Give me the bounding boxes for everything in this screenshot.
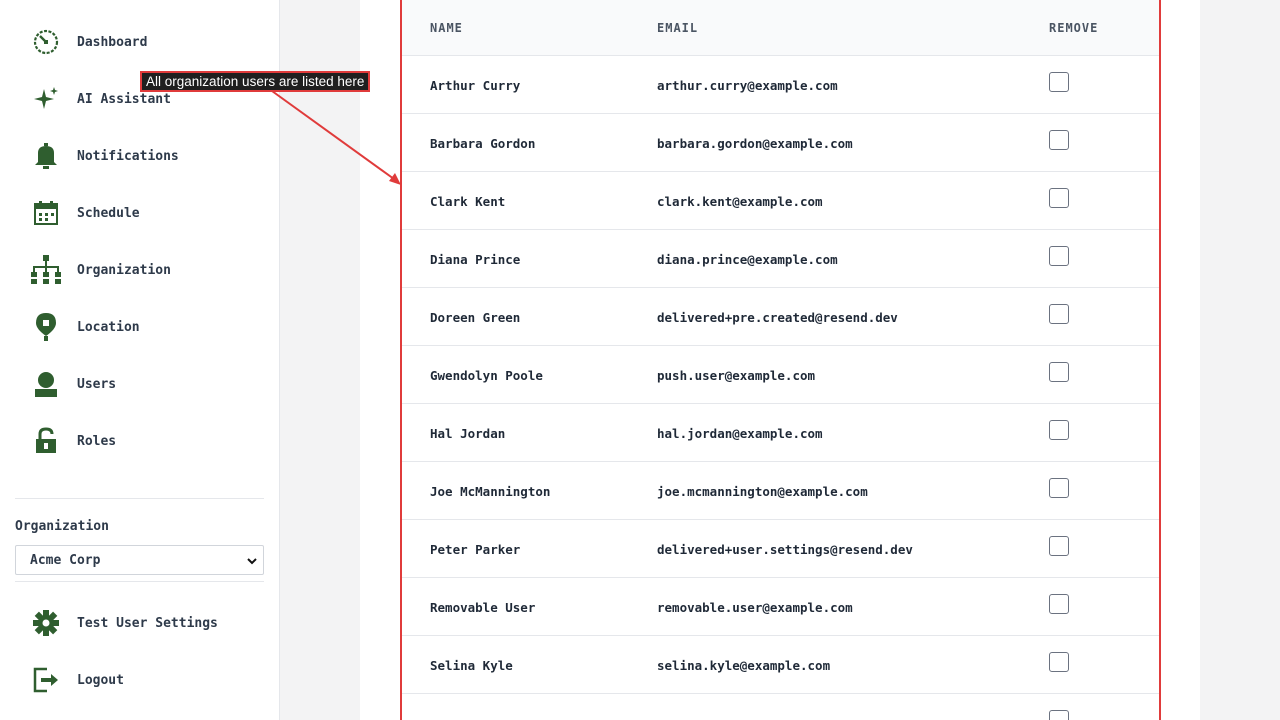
user-name: Selina Kyle — [430, 658, 513, 673]
sidebar-item-label: Users — [77, 376, 117, 392]
sidebar-item-label: Location — [77, 319, 140, 335]
sidebar: Dashboard AI Assistant Notifications Sch… — [0, 0, 280, 720]
user-name: Hal Jordan — [430, 426, 506, 441]
user-email: joe.mcmannington@example.com — [657, 484, 868, 499]
table-header: NAME EMAIL REMOVE — [402, 0, 1159, 56]
sidebar-item-label: Roles — [77, 433, 117, 449]
remove-checkbox[interactable] — [1049, 478, 1069, 498]
user-icon — [30, 368, 62, 400]
gear-icon — [30, 607, 62, 639]
users-table: NAME EMAIL REMOVE Arthur Curry arthur.cu… — [400, 0, 1161, 720]
remove-checkbox[interactable] — [1049, 594, 1069, 614]
user-name: Diana Prince — [430, 252, 521, 267]
dashboard-icon — [30, 26, 62, 58]
sidebar-item-label: Notifications — [77, 148, 179, 164]
column-header-remove: REMOVE — [1049, 21, 1099, 35]
user-email: delivered+user.settings@resend.dev — [657, 542, 913, 557]
table-row: Gwendolyn Poole push.user@example.com — [402, 346, 1159, 404]
table-row: Joe McMannington joe.mcmannington@exampl… — [402, 462, 1159, 520]
sidebar-item-notifications[interactable]: Notifications — [30, 136, 179, 176]
user-email: push.user@example.com — [657, 368, 816, 383]
sidebar-item-label: Schedule — [77, 205, 140, 221]
user-name: Gwendolyn Poole — [430, 368, 543, 383]
remove-checkbox[interactable] — [1049, 130, 1069, 150]
user-name: Arthur Curry — [430, 78, 521, 93]
user-name: Joe McMannington — [430, 484, 551, 499]
table-row: Selina Kyle selina.kyle@example.com — [402, 636, 1159, 694]
user-email: arthur.curry@example.com — [657, 78, 838, 93]
user-email: barbara.gordon@example.com — [657, 136, 853, 151]
table-row — [402, 694, 1159, 720]
user-name: Barbara Gordon — [430, 136, 536, 151]
user-email: hal.jordan@example.com — [657, 426, 823, 441]
sidebar-item-label: Test User Settings — [77, 615, 218, 631]
sparkle-icon — [30, 83, 62, 115]
table-row: Barbara Gordon barbara.gordon@example.co… — [402, 114, 1159, 172]
user-name: Clark Kent — [430, 194, 506, 209]
user-email: clark.kent@example.com — [657, 194, 823, 209]
user-email: diana.prince@example.com — [657, 252, 838, 267]
sidebar-item-label: Dashboard — [77, 34, 148, 50]
bell-icon — [30, 140, 62, 172]
organization-selected-value: Acme Corp — [30, 552, 101, 568]
table-row: Doreen Green delivered+pre.created@resen… — [402, 288, 1159, 346]
sidebar-item-organization[interactable]: Organization — [30, 250, 171, 290]
lock-icon — [30, 425, 62, 457]
org-chart-icon — [30, 254, 62, 286]
divider — [15, 498, 264, 499]
remove-checkbox[interactable] — [1049, 304, 1069, 324]
organization-select[interactable]: Acme Corp — [15, 545, 264, 575]
sidebar-item-label: AI Assistant — [77, 91, 171, 107]
partial-icon — [34, 486, 58, 492]
remove-checkbox[interactable] — [1049, 536, 1069, 556]
divider — [15, 581, 264, 582]
sidebar-item-dashboard[interactable]: Dashboard — [30, 22, 147, 62]
table-row: Diana Prince diana.prince@example.com — [402, 230, 1159, 288]
sidebar-item-users[interactable]: Users — [30, 364, 116, 404]
organization-label: Organization — [15, 519, 109, 534]
sidebar-item-schedule[interactable]: Schedule — [30, 193, 140, 233]
table-row: Removable User removable.user@example.co… — [402, 578, 1159, 636]
sidebar-item-location[interactable]: Location — [30, 307, 140, 347]
table-row: Clark Kent clark.kent@example.com — [402, 172, 1159, 230]
remove-checkbox[interactable] — [1049, 652, 1069, 672]
logout-icon — [30, 664, 62, 696]
user-name: Doreen Green — [430, 310, 521, 325]
sidebar-item-roles[interactable]: Roles — [30, 421, 116, 461]
chevron-down-icon — [247, 555, 257, 570]
user-email: selina.kyle@example.com — [657, 658, 831, 673]
remove-checkbox[interactable] — [1049, 710, 1069, 720]
sidebar-item-test-user-settings[interactable]: Test User Settings — [30, 603, 218, 643]
column-header-name: NAME — [430, 21, 463, 35]
remove-checkbox[interactable] — [1049, 420, 1069, 440]
calendar-icon — [30, 197, 62, 229]
sidebar-item-logout[interactable]: Logout — [30, 660, 124, 700]
sidebar-item-label: Logout — [77, 672, 124, 688]
remove-checkbox[interactable] — [1049, 362, 1069, 382]
sidebar-item-label: Organization — [77, 262, 171, 278]
table-row: Hal Jordan hal.jordan@example.com — [402, 404, 1159, 462]
user-name: Removable User — [430, 600, 536, 615]
user-email: delivered+pre.created@resend.dev — [657, 310, 898, 325]
user-name: Peter Parker — [430, 542, 521, 557]
location-pin-icon — [30, 311, 62, 343]
remove-checkbox[interactable] — [1049, 188, 1069, 208]
table-row: Peter Parker delivered+user.settings@res… — [402, 520, 1159, 578]
remove-checkbox[interactable] — [1049, 246, 1069, 266]
annotation-label: All organization users are listed here — [140, 71, 371, 92]
table-row: Arthur Curry arthur.curry@example.com — [402, 56, 1159, 114]
remove-checkbox[interactable] — [1049, 72, 1069, 92]
column-header-email: EMAIL — [657, 21, 699, 35]
user-email: removable.user@example.com — [657, 600, 853, 615]
